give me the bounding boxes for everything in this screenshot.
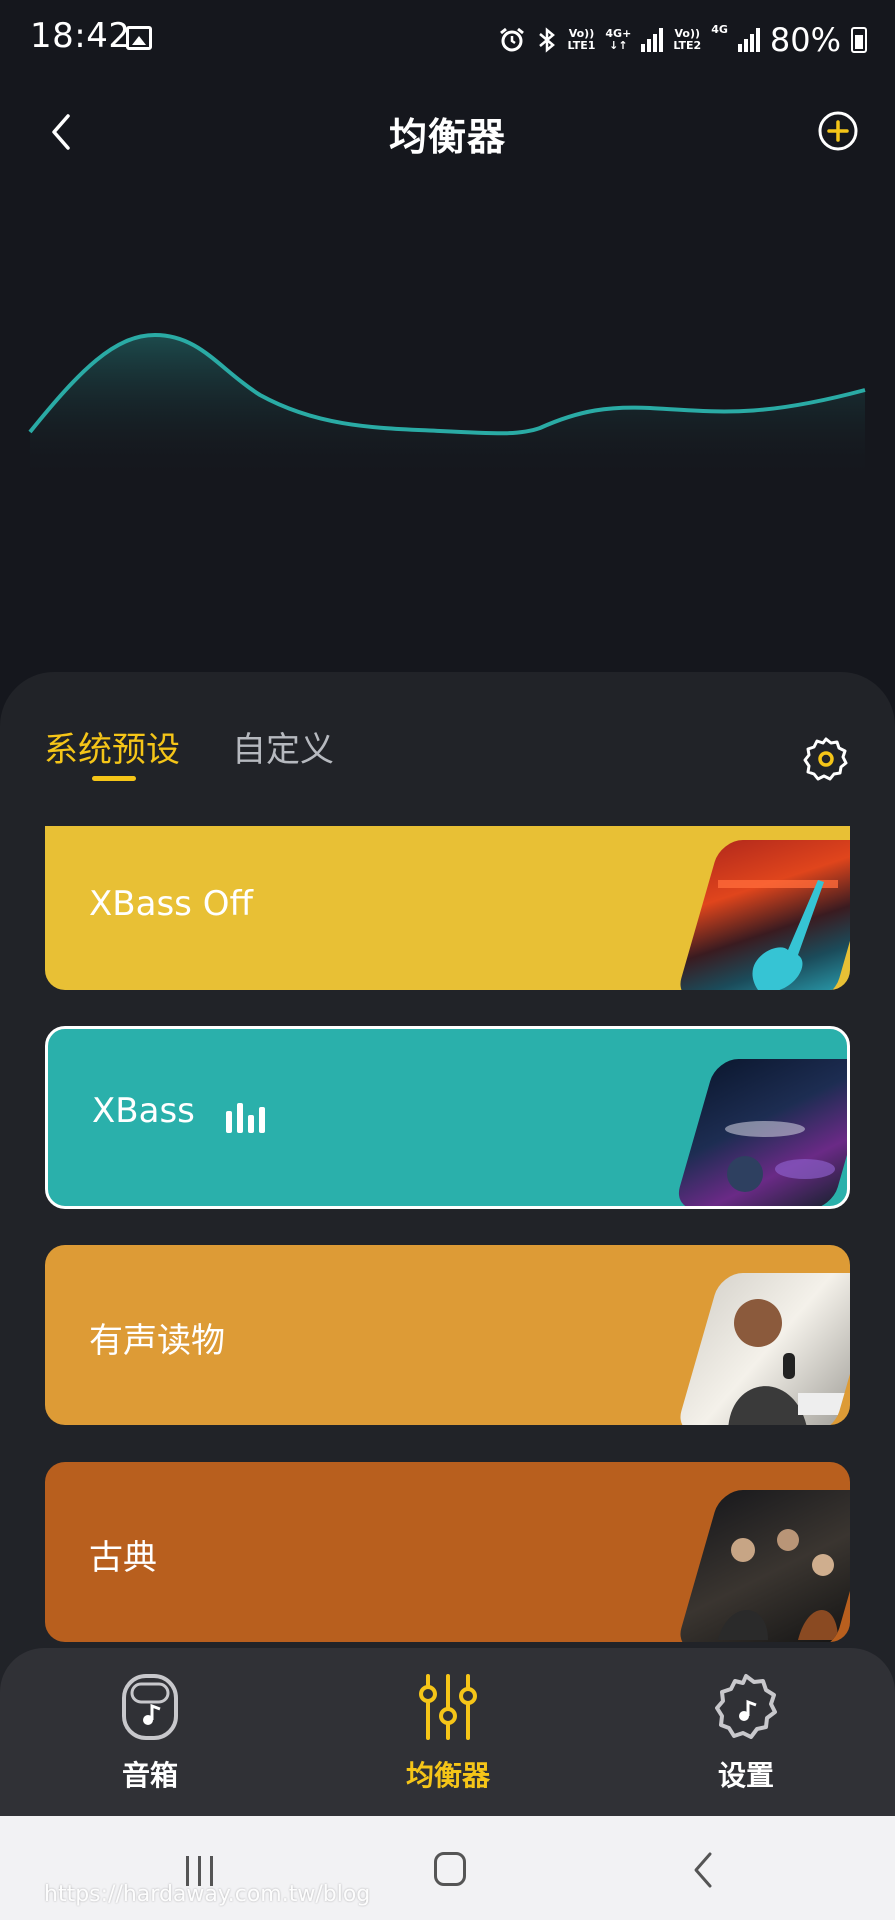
tab-active-indicator xyxy=(92,776,136,781)
bottom-nav: 音箱 均衡器 设置 xyxy=(0,1648,895,1816)
tab-custom[interactable]: 自定义 xyxy=(232,722,334,771)
gear-icon[interactable] xyxy=(803,736,849,782)
sim1-network: 4G+ ↓↑ xyxy=(605,27,632,52)
now-playing-icon xyxy=(226,1103,265,1133)
nav-equalizer[interactable]: 均衡器 xyxy=(348,1672,548,1794)
page-title: 均衡器 xyxy=(388,115,506,159)
system-back-icon[interactable] xyxy=(688,1850,718,1890)
app-header: 均衡器 xyxy=(0,92,895,172)
preset-card-xbass-off[interactable]: XBass Off xyxy=(45,826,850,990)
preset-label: XBass Off xyxy=(89,884,253,924)
battery-percent: 80% xyxy=(769,21,841,59)
add-preset-icon[interactable] xyxy=(817,110,859,152)
system-nav-bar: https://hardaway.com.tw/blog xyxy=(0,1816,895,1920)
preset-label: 古典 xyxy=(89,1538,157,1578)
preset-label: 有声读物 xyxy=(89,1321,225,1361)
status-indicators: Vo)) LTE1 4G+ ↓↑ Vo)) LTE2 4G 80% xyxy=(498,20,867,60)
microphone-thumbnail xyxy=(675,1273,850,1425)
battery-icon xyxy=(851,27,867,53)
nav-settings-label: 设置 xyxy=(717,1759,774,1792)
sim2-network: 4G xyxy=(711,23,728,36)
preset-card-audiobook[interactable]: 有声读物 xyxy=(45,1245,850,1425)
tab-system-preset[interactable]: 系统预设 xyxy=(44,722,180,771)
sim1-volte: Vo)) LTE1 xyxy=(567,27,596,52)
drums-thumbnail xyxy=(673,1059,847,1206)
nav-speaker-label: 音箱 xyxy=(121,1759,178,1792)
preset-card-xbass[interactable]: XBass xyxy=(45,1026,850,1209)
eq-curve-fill xyxy=(30,335,865,480)
home-icon[interactable] xyxy=(434,1852,466,1886)
sim1-signal-icon xyxy=(641,28,664,52)
preset-label: XBass xyxy=(92,1091,195,1131)
preset-card-classical[interactable]: 古典 xyxy=(45,1462,850,1642)
sim2-signal-icon xyxy=(737,28,760,52)
equalizer-sliders-icon xyxy=(419,1674,477,1740)
nav-equalizer-label: 均衡器 xyxy=(405,1759,490,1792)
settings-gear-icon xyxy=(715,1674,777,1739)
bluetooth-icon xyxy=(538,27,555,53)
guitar-thumbnail xyxy=(675,840,850,990)
sim2-volte: Vo)) LTE2 xyxy=(673,27,702,52)
nav-settings[interactable]: 设置 xyxy=(646,1672,846,1794)
alarm-icon xyxy=(499,27,524,52)
gallery-notification-icon xyxy=(126,26,152,50)
orchestra-thumbnail xyxy=(675,1490,850,1642)
nav-speaker[interactable]: 音箱 xyxy=(50,1672,250,1794)
eq-curve-graph xyxy=(28,332,866,480)
status-time: 18:42 xyxy=(30,16,131,56)
status-bar: 18:42 Vo)) LTE1 4G+ ↓↑ Vo)) LTE2 4G 80% xyxy=(0,0,895,80)
speaker-icon xyxy=(122,1674,178,1740)
watermark-text: https://hardaway.com.tw/blog xyxy=(44,1882,371,1907)
